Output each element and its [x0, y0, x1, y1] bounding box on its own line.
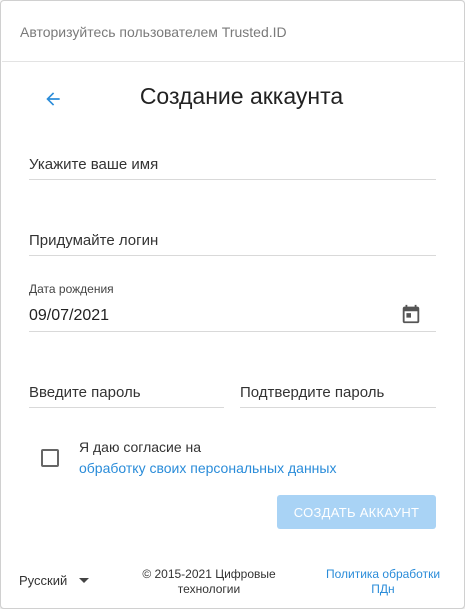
header-text: Авторизуйтесь пользователем Trusted.ID [20, 24, 287, 40]
policy-line1: Политика обработки [325, 567, 441, 581]
consent-text: Я даю согласие на [79, 439, 202, 455]
login-field-label: Придумайте логин [29, 232, 159, 249]
copyright: © 2015-2021 Цифровые технологии [129, 567, 289, 597]
copyright-line1: © 2015-2021 Цифровые [142, 567, 276, 581]
confirm-password-field-label: Подтвердите пароль [240, 384, 385, 401]
copyright-line2: технологии [177, 582, 241, 596]
birthdate-value: 09/07/2021 [29, 307, 110, 324]
login-card: Авторизуйтесь пользователем Trusted.ID С… [0, 0, 465, 609]
calendar-icon[interactable] [400, 303, 422, 325]
password-field[interactable]: Введите пароль [29, 372, 224, 408]
language-label: Русский [19, 573, 68, 588]
confirm-password-field[interactable]: Подтвердите пароль [240, 372, 436, 408]
login-field[interactable]: Придумайте логин [29, 220, 436, 256]
consent-link[interactable]: обработку своих персональных данных [79, 460, 336, 476]
name-field-label: Укажите ваше имя [29, 156, 159, 173]
privacy-policy-link[interactable]: Политика обработки ПДн [317, 567, 449, 597]
page-title: Создание аккаунта [139, 83, 344, 109]
caret-down-icon [79, 578, 90, 583]
header-bar: Авторизуйтесь пользователем Trusted.ID [2, 2, 465, 62]
create-account-button[interactable]: СОЗДАТЬ АККАУНТ [277, 495, 436, 529]
language-select[interactable]: Русский [19, 573, 90, 588]
birthdate-field[interactable]: Дата рождения 09/07/2021 [29, 282, 436, 332]
password-field-label: Введите пароль [29, 384, 141, 401]
consent-checkbox[interactable] [41, 449, 59, 467]
name-field[interactable]: Укажите ваше имя [29, 144, 436, 180]
policy-line2: ПДн [371, 582, 395, 596]
birthdate-field-label: Дата рождения [29, 282, 114, 296]
